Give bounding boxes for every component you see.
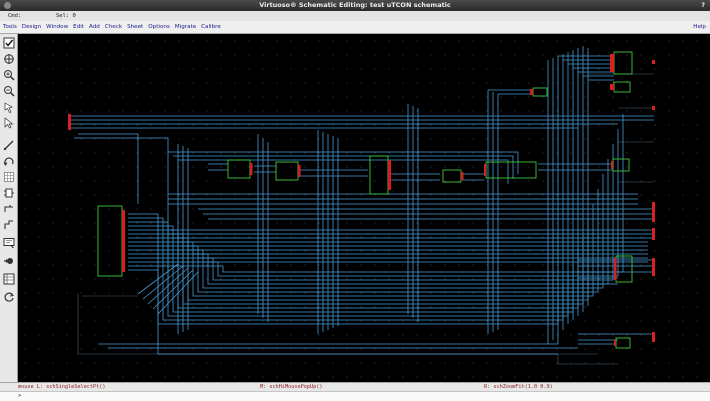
menu-add[interactable]: Add (87, 21, 102, 33)
window-help-mark[interactable]: ? (701, 0, 705, 11)
refresh-icon[interactable] (2, 290, 15, 303)
instance-center[interactable] (369, 155, 391, 195)
zoom-out-icon[interactable] (2, 84, 15, 97)
label-icon[interactable] (2, 236, 15, 249)
zoom-in-icon[interactable] (2, 68, 15, 81)
grid-icon[interactable] (2, 170, 15, 183)
menu-edit[interactable]: Edit (71, 21, 86, 33)
zoom-fit-icon[interactable] (2, 52, 15, 65)
menu-bar: Tools Design Window Edit Add Check Sheet Option… (0, 21, 710, 34)
instance-top-right-small[interactable] (610, 81, 631, 93)
title-bar: Virtuoso® Schematic Editing: test uTCON … (0, 0, 710, 11)
instance-mid-small[interactable] (530, 87, 548, 97)
menu-help[interactable]: Help (693, 21, 706, 33)
property-icon[interactable] (2, 254, 15, 267)
instance-left-big[interactable] (97, 205, 125, 277)
instance-right[interactable] (484, 161, 537, 179)
cellview-icon[interactable] (2, 272, 15, 285)
instance-center-right[interactable] (442, 169, 464, 183)
menu-design[interactable]: Design (20, 21, 43, 33)
stretch-icon[interactable] (2, 100, 15, 113)
schematic-drawing (68, 46, 655, 365)
menu-sheet[interactable]: Sheet (125, 21, 145, 33)
menu-tools[interactable]: Tools (1, 21, 19, 33)
net-icon[interactable] (2, 218, 15, 231)
window-title: Virtuoso® Schematic Editing: test uTCON … (259, 1, 451, 9)
menu-check[interactable]: Check (103, 21, 124, 33)
instance-upper-mid[interactable] (275, 161, 301, 181)
checkbox-icon[interactable] (2, 36, 15, 49)
instance-bottom-right[interactable] (614, 337, 631, 349)
instance-upper-left[interactable] (227, 159, 253, 179)
instance-icon[interactable] (2, 186, 15, 199)
select-icon[interactable] (2, 116, 15, 129)
menu-migrate[interactable]: Migrate (173, 21, 198, 33)
wire-bundle (70, 46, 654, 355)
undo-icon[interactable] (2, 154, 15, 167)
menu-options[interactable]: Options (146, 21, 172, 33)
schematic-canvas[interactable] (18, 34, 710, 382)
cmd-label: Cmd: (8, 13, 22, 19)
wire-icon[interactable] (2, 138, 15, 151)
left-toolbar (0, 34, 18, 382)
instance-top-right[interactable] (610, 51, 633, 75)
menu-window[interactable]: Window (44, 21, 70, 33)
selection-count: Sel: 0 (56, 13, 76, 19)
pin-icon[interactable] (2, 202, 15, 215)
close-window-icon[interactable] (4, 2, 11, 9)
menu-calibre[interactable]: Calibre (199, 21, 223, 33)
instance-right-mid[interactable] (611, 158, 630, 172)
